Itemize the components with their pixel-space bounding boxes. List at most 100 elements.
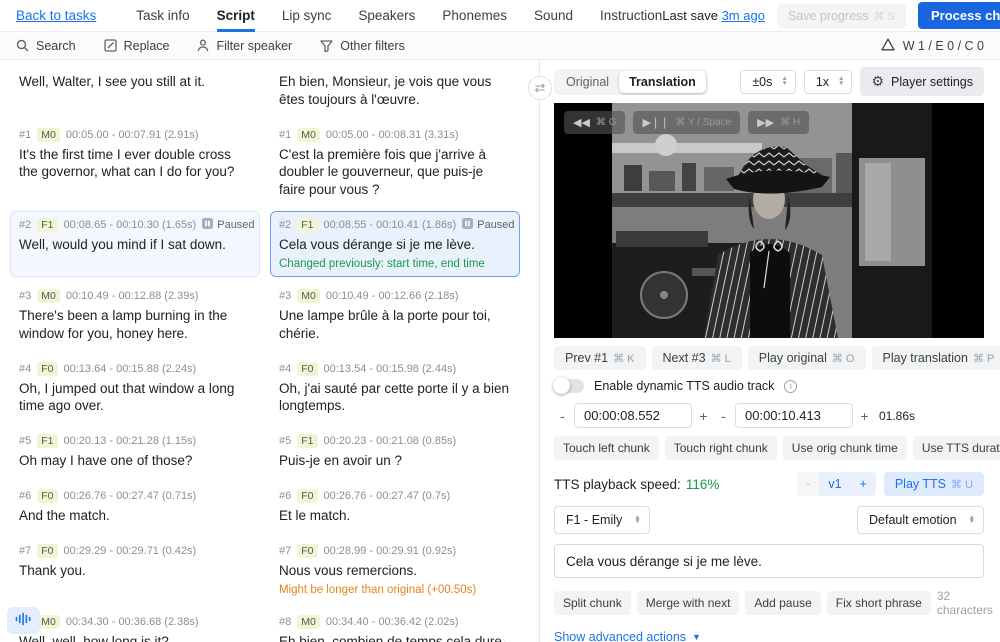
chunk-text: And the match. <box>19 507 251 525</box>
dynamic-tts-toggle[interactable] <box>554 379 584 393</box>
video-frame <box>554 103 984 338</box>
version-plus-button[interactable]: + <box>851 472 876 496</box>
play-original-shortcut: ⌘ O <box>832 353 855 365</box>
chunk-cell-src[interactable]: #8M000:34.30 - 00:36.68 (2.38s)Well, wel… <box>10 608 260 642</box>
swap-panels-button[interactable]: ⇄ <box>528 76 552 100</box>
chunk-number: #1 <box>279 129 291 141</box>
rewind-button[interactable]: ◀◀ ⌘ G <box>564 111 625 134</box>
chunk-cell-dst[interactable]: #3M000:10.49 - 00:12.66 (2.18s)Une lampe… <box>270 282 520 350</box>
tts-version-stepper: - v1 + <box>797 472 876 496</box>
chunk-cell-src[interactable]: #2F100:08.65 - 00:10.30 (1.65s)PausedWel… <box>10 211 260 277</box>
tts-toggle-row: Enable dynamic TTS audio track i <box>554 379 984 393</box>
split-chunk-button[interactable]: Split chunk <box>554 591 631 615</box>
tab-speakers[interactable]: Speakers <box>358 0 415 32</box>
tab-phonemes[interactable]: Phonemes <box>442 0 507 32</box>
start-time-minus-button[interactable]: - <box>554 408 571 424</box>
chunk-cell-src[interactable]: Well, Walter, I see you still at it. <box>10 66 260 116</box>
speaker-badge: M0 <box>297 615 320 629</box>
chunk-cell-src[interactable]: #5F100:20.13 - 00:21.28 (1.15s)Oh may I … <box>10 427 260 477</box>
player-settings-button[interactable]: ⚙ Player settings <box>860 67 984 96</box>
play-translation-button[interactable]: Play translation⌘ P <box>872 346 1000 370</box>
chunk-meta: #3M000:10.49 - 00:12.88 (2.39s) <box>19 289 251 303</box>
chunk-meta: #1M000:05.00 - 00:07.91 (2.91s) <box>19 128 251 142</box>
touch-right-chunk-button[interactable]: Touch right chunk <box>665 436 777 460</box>
chunk-cell-src[interactable]: #6F000:26.76 - 00:27.47 (0.71s) And the m… <box>10 482 260 532</box>
video-player[interactable]: ◀◀ ⌘ G ▶❘❘ ⌘ Y / Space ▶▶ ⌘ H <box>554 103 984 338</box>
start-time-plus-button[interactable]: + <box>695 408 712 424</box>
filter-speaker-button[interactable]: Filter speaker <box>197 39 292 53</box>
save-progress-button[interactable]: Save progress⌘ S <box>777 4 906 28</box>
view-translation-tab[interactable]: Translation <box>619 71 706 93</box>
chunk-cell-dst[interactable]: Eh bien, Monsieur, je vois que vous êtes… <box>270 66 520 116</box>
chunk-cell-dst[interactable]: #8M000:34.40 - 00:36.42 (2.02s)Eh bien, … <box>270 608 520 642</box>
chunk-cell-src[interactable]: #4F000:13.64 - 00:15.88 (2.24s)Oh, I jum… <box>10 355 260 423</box>
use-orig-chunk-time-button[interactable]: Use orig chunk time <box>783 436 907 460</box>
chunk-meta: #5F100:20.13 - 00:21.28 (1.15s) <box>19 434 251 448</box>
end-time-input[interactable] <box>735 403 853 428</box>
chunk-cell-src[interactable]: #1M000:05.00 - 00:07.91 (2.91s)It's the … <box>10 121 260 206</box>
chunk-cell-src[interactable]: #7F000:29.29 - 00:29.71 (0.42s)Thank you… <box>10 537 260 603</box>
chunk-cell-dst[interactable]: #1M000:05.00 - 00:08.31 (3.31s)C'est la … <box>270 121 520 206</box>
offset-spinner[interactable]: ±0s ▲▼ <box>740 70 796 94</box>
offset-value: ±0s <box>752 75 772 89</box>
chunk-cell-dst[interactable]: #5F100:20.23 - 00:21.08 (0.85s)Puis-je e… <box>270 427 520 477</box>
emotion-select[interactable]: Default emotion ▲▼ <box>857 506 984 534</box>
tab-instruction[interactable]: Instruction <box>600 0 662 32</box>
end-time-minus-button[interactable]: - <box>715 408 732 424</box>
touch-left-chunk-button[interactable]: Touch left chunk <box>554 436 659 460</box>
chunk-time-row: - + - + 01.86s <box>554 403 984 428</box>
chunk-cell-dst[interactable]: #4F000:13.54 - 00:15.98 (2.44s)Oh, j'ai … <box>270 355 520 423</box>
chunk-cell-dst[interactable]: #7F000:28.99 - 00:29.91 (0.92s)Nous vous… <box>270 537 520 603</box>
rate-spinner[interactable]: 1x ▲▼ <box>804 70 853 94</box>
prev-chunk-shortcut: ⌘ K <box>613 353 634 365</box>
tab-task-info[interactable]: Task info <box>136 0 189 32</box>
issues-counter[interactable]: W 1 / E 0 / C 0 <box>881 38 984 54</box>
chunk-meta: #6F000:26.76 - 00:27.47 (0.71s) <box>19 489 251 503</box>
fix-short-phrase-button[interactable]: Fix short phrase <box>827 591 931 615</box>
merge-with-next-button[interactable]: Merge with next <box>637 591 740 615</box>
start-time-input[interactable] <box>574 403 692 428</box>
speaker-badge: F0 <box>297 544 317 558</box>
version-minus-button[interactable]: - <box>797 472 819 496</box>
play-tts-button[interactable]: Play TTS⌘ U <box>884 472 984 496</box>
forward-button[interactable]: ▶▶ ⌘ H <box>748 111 809 134</box>
show-advanced-actions-link[interactable]: Show advanced actions▼ <box>554 630 984 642</box>
dynamic-tts-label: Enable dynamic TTS audio track <box>594 379 774 393</box>
view-original-tab[interactable]: Original <box>556 71 619 93</box>
voice-select[interactable]: F1 - Emily ▲▼ <box>554 506 650 534</box>
waveform-icon <box>15 612 32 629</box>
other-filters-button[interactable]: Other filters <box>320 39 405 53</box>
process-changes-button[interactable]: Process changes (0/3) <box>918 2 1000 29</box>
play-pause-button[interactable]: ▶❘❘ ⌘ Y / Space <box>633 111 740 134</box>
add-pause-button[interactable]: Add pause <box>745 591 820 615</box>
end-time-plus-button[interactable]: + <box>856 408 873 424</box>
search-button[interactable]: Search <box>16 39 76 53</box>
tab-sound[interactable]: Sound <box>534 0 573 32</box>
tab-script[interactable]: Script <box>217 0 255 32</box>
play-original-button[interactable]: Play original⌘ O <box>748 346 866 370</box>
tab-lip-sync[interactable]: Lip sync <box>282 0 332 32</box>
use-tts-duration-button[interactable]: Use TTS duration <box>913 436 1000 460</box>
last-save-time-link[interactable]: 3m ago <box>722 8 765 23</box>
chunk-cell-src[interactable]: #3M000:10.49 - 00:12.88 (2.39s)There's b… <box>10 282 260 350</box>
next-chunk-button[interactable]: Next #3⌘ L <box>652 346 742 370</box>
chunk-number: #6 <box>279 490 291 502</box>
chunk-text: Puis-je en avoir un ? <box>279 452 511 470</box>
chunk-time-range: 00:13.64 - 00:15.88 (2.24s) <box>64 363 197 375</box>
translation-text-input[interactable]: Cela vous dérange si je me lève. <box>554 544 984 578</box>
audio-waves-floating-button[interactable] <box>7 607 40 634</box>
speaker-badge: M0 <box>37 128 60 142</box>
paused-indicator: Paused <box>462 218 514 232</box>
chunk-time-range: 00:05.00 - 00:07.91 (2.91s) <box>66 129 199 141</box>
play-pause-icon: ▶❘❘ <box>642 116 669 129</box>
replace-button[interactable]: Replace <box>104 39 170 53</box>
emotion-value: Default emotion <box>869 513 957 527</box>
chunk-text: Cela vous dérange si je me lève. <box>279 236 511 254</box>
back-to-tasks-link[interactable]: Back to tasks <box>16 8 96 23</box>
prev-chunk-button[interactable]: Prev #1⌘ K <box>554 346 646 370</box>
speaker-badge: F1 <box>37 434 57 448</box>
chunk-cell-dst[interactable]: #2F100:08.55 - 00:10.41 (1.86s)PausedCel… <box>270 211 520 277</box>
info-icon[interactable]: i <box>784 380 797 393</box>
chunk-cell-dst[interactable]: #6F000:26.76 - 00:27.47 (0.7s)Et le matc… <box>270 482 520 532</box>
chunk-text: Nous vous remercions. <box>279 562 511 580</box>
